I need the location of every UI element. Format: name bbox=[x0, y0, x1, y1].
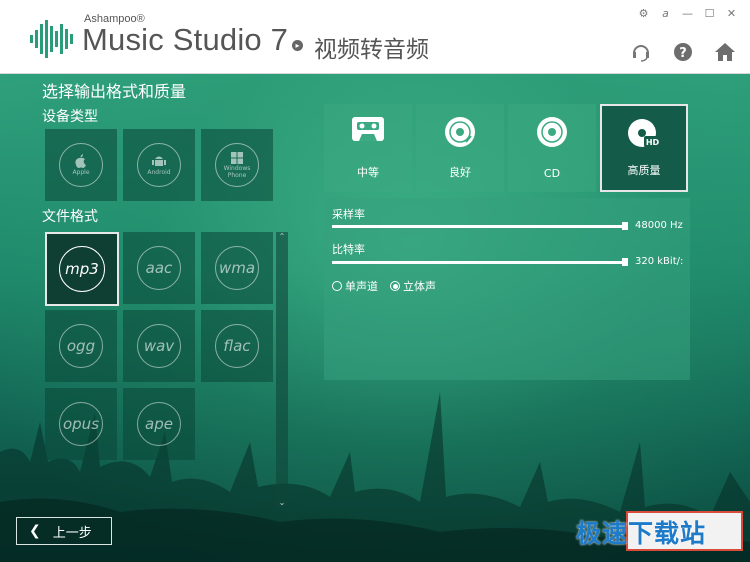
vinyl-icon bbox=[445, 117, 475, 147]
device-label: Windows Phone bbox=[223, 164, 251, 179]
cassette-icon bbox=[352, 117, 384, 141]
cd-icon bbox=[537, 117, 567, 147]
bitrate-slider[interactable] bbox=[332, 261, 628, 264]
format-tile-aac[interactable]: aac bbox=[123, 232, 195, 304]
app-logo-icon bbox=[30, 20, 73, 58]
svg-text:?: ? bbox=[679, 46, 687, 61]
back-button[interactable]: ❮ 上一步 bbox=[16, 517, 112, 545]
sample-rate-slider-thumb[interactable] bbox=[622, 222, 628, 230]
quality-settings-panel: 采样率 48000 Hz 比特率 320 kBit/: 单声道 立体声 bbox=[324, 198, 690, 380]
radio-stereo-label: 立体声 bbox=[403, 280, 436, 293]
quality-preset-medium[interactable]: 中等 bbox=[324, 104, 412, 192]
chevron-left-icon: ❮ bbox=[29, 523, 41, 539]
section-title: 选择输出格式和质量 bbox=[42, 82, 187, 101]
device-label: Android bbox=[147, 169, 171, 176]
apple-icon: Apple bbox=[59, 143, 103, 187]
format-tile-ogg[interactable]: ogg bbox=[45, 310, 117, 382]
quality-preset-cd[interactable]: CD bbox=[508, 104, 596, 192]
radio-stereo-indicator[interactable] bbox=[390, 281, 400, 291]
device-tile-apple[interactable]: Apple bbox=[45, 129, 117, 201]
bitrate-label: 比特率 bbox=[332, 243, 365, 256]
back-button-label: 上一步 bbox=[52, 525, 92, 541]
app-menu-arrow-icon[interactable]: ▸ bbox=[292, 40, 303, 51]
quality-label: 中等 bbox=[357, 166, 379, 179]
quality-label: 高质量 bbox=[627, 164, 661, 177]
radio-mono[interactable]: 单声道 bbox=[332, 278, 378, 294]
sample-rate-value: 48000 Hz bbox=[635, 220, 683, 231]
format-name: mp3 bbox=[59, 246, 105, 292]
format-tile-wav[interactable]: wav bbox=[123, 310, 195, 382]
minimize-icon[interactable]: — bbox=[681, 7, 694, 20]
format-tile-flac[interactable]: flac bbox=[201, 310, 273, 382]
quality-preset-high[interactable]: HD 高质量 bbox=[600, 104, 688, 192]
main-content: 选择输出格式和质量 设备类型 Apple Android Windows Pho… bbox=[0, 74, 750, 562]
app-name: Music Studio 7 bbox=[82, 22, 289, 57]
hd-disc-icon: HD bbox=[628, 119, 661, 147]
settings-icon[interactable]: ⚙ bbox=[637, 7, 650, 20]
page-title: 视频转音频 bbox=[314, 37, 429, 63]
format-name: wma bbox=[215, 246, 259, 290]
radio-mono-label: 单声道 bbox=[345, 280, 378, 293]
format-scrollbar[interactable]: ⌃ ⌄ bbox=[276, 232, 288, 507]
close-icon[interactable]: ✕ bbox=[725, 7, 738, 20]
maximize-icon[interactable]: ☐ bbox=[703, 7, 716, 20]
format-name: flac bbox=[215, 324, 259, 368]
device-type-label: 设备类型 bbox=[42, 109, 98, 125]
about-icon[interactable]: a bbox=[659, 7, 672, 20]
header-toolbar: ? bbox=[630, 41, 736, 63]
windows-icon: Windows Phone bbox=[215, 143, 259, 187]
bitrate-slider-thumb[interactable] bbox=[622, 258, 628, 266]
app-window: Ashampoo® Music Studio 7 ▸ 视频转音频 ⚙ a — ☐… bbox=[0, 0, 750, 562]
format-name: aac bbox=[137, 246, 181, 290]
title-bar: Ashampoo® Music Studio 7 ▸ 视频转音频 ⚙ a — ☐… bbox=[0, 0, 750, 74]
quality-label: CD bbox=[543, 167, 561, 180]
device-tile-android[interactable]: Android bbox=[123, 129, 195, 201]
scroll-up-icon[interactable]: ⌃ bbox=[276, 232, 288, 241]
support-icon[interactable] bbox=[630, 41, 652, 63]
format-name: opus bbox=[59, 402, 103, 446]
file-format-label: 文件格式 bbox=[42, 209, 98, 225]
format-name: ogg bbox=[59, 324, 103, 368]
quality-label: 良好 bbox=[449, 166, 471, 179]
format-name: wav bbox=[137, 324, 181, 368]
scroll-down-icon[interactable]: ⌄ bbox=[276, 498, 288, 507]
android-icon: Android bbox=[137, 143, 181, 187]
format-name: ape bbox=[137, 402, 181, 446]
radio-stereo[interactable]: 立体声 bbox=[390, 278, 436, 294]
window-controls: ⚙ a — ☐ ✕ bbox=[637, 7, 738, 20]
svg-text:HD: HD bbox=[646, 138, 660, 147]
format-tile-wma[interactable]: wma bbox=[201, 232, 273, 304]
sample-rate-label: 采样率 bbox=[332, 208, 365, 221]
format-tile-ape[interactable]: ape bbox=[123, 388, 195, 460]
bitrate-value: 320 kBit/: bbox=[635, 256, 684, 267]
device-tile-windows-phone[interactable]: Windows Phone bbox=[201, 129, 273, 201]
format-tile-opus[interactable]: opus bbox=[45, 388, 117, 460]
radio-mono-indicator[interactable] bbox=[332, 281, 342, 291]
watermark-text: 极速下载站 bbox=[576, 519, 707, 548]
device-label: Apple bbox=[72, 169, 90, 176]
help-icon[interactable]: ? bbox=[672, 41, 694, 63]
quality-preset-good[interactable]: 良好 bbox=[416, 104, 504, 192]
sample-rate-slider[interactable] bbox=[332, 225, 628, 228]
home-icon[interactable] bbox=[714, 41, 736, 63]
format-tile-mp3[interactable]: mp3 bbox=[45, 232, 119, 306]
